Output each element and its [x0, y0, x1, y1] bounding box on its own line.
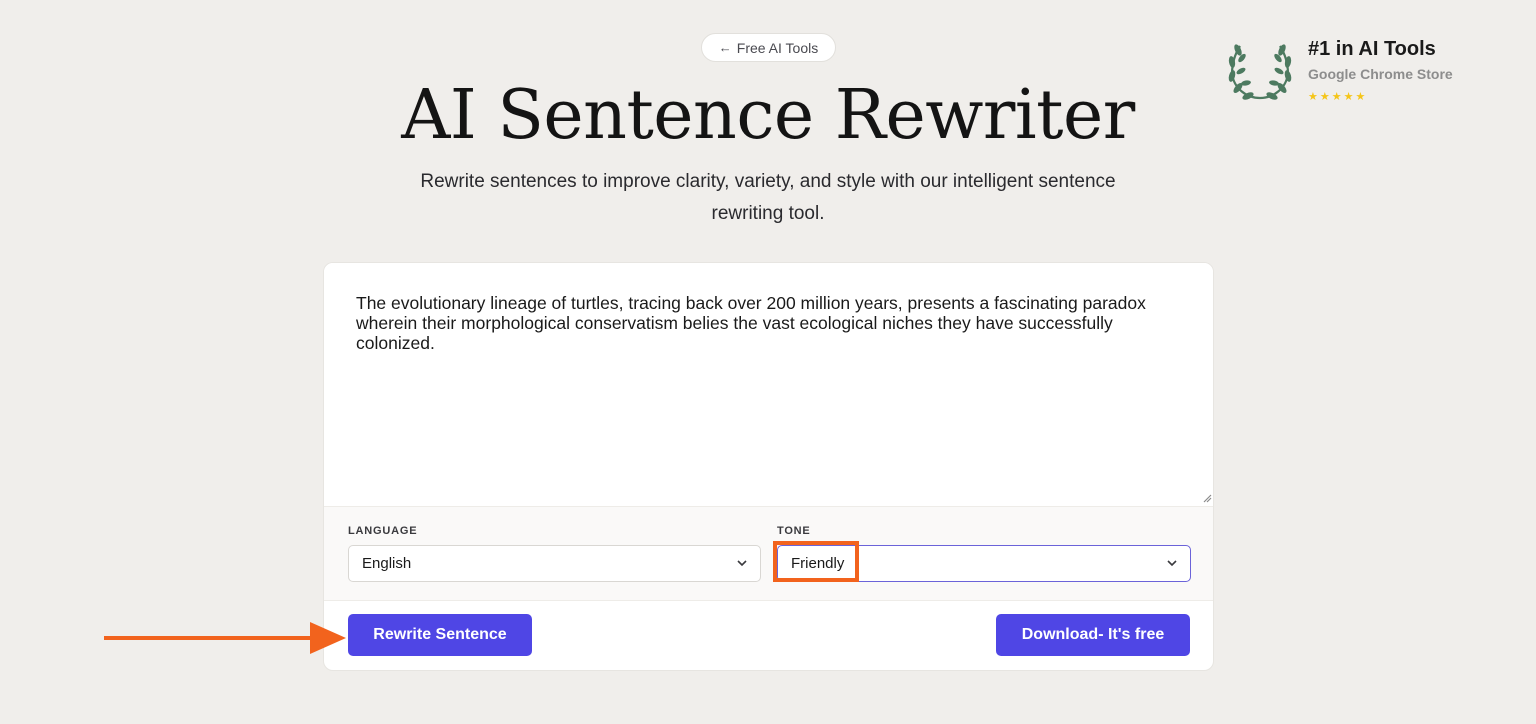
- language-label: LANGUAGE: [348, 525, 418, 537]
- tone-value: Friendly: [791, 555, 845, 572]
- rewriter-card: The evolutionary lineage of turtles, tra…: [323, 262, 1214, 671]
- chevron-down-icon: [737, 560, 747, 567]
- rewrite-sentence-button[interactable]: Rewrite Sentence: [348, 614, 532, 656]
- award-badge: #1 in AI Tools Google Chrome Store ★★★★★: [1226, 36, 1466, 110]
- tone-label: TONE: [777, 525, 811, 537]
- resize-handle-icon[interactable]: [1202, 493, 1212, 503]
- language-select[interactable]: English: [348, 545, 761, 582]
- sentence-input[interactable]: The evolutionary lineage of turtles, tra…: [324, 263, 1213, 506]
- download-button[interactable]: Download- It's free: [996, 614, 1190, 656]
- options-bar: LANGUAGE English TONE Friendly: [324, 506, 1213, 601]
- tone-select[interactable]: Friendly: [777, 545, 1191, 582]
- language-value: English: [362, 555, 412, 572]
- arrow-left-icon: ←: [718, 40, 732, 55]
- badge-title: #1 in AI Tools: [1308, 38, 1436, 60]
- chevron-down-icon: [1167, 560, 1177, 567]
- annotation-arrow-icon: [104, 622, 346, 654]
- star-rating: ★★★★★: [1308, 91, 1368, 103]
- laurel-wreath-icon: [1228, 44, 1292, 100]
- back-to-free-ai-tools-link[interactable]: ← Free AI Tools: [701, 33, 836, 62]
- back-link-label: Free AI Tools: [736, 39, 819, 56]
- page-subtitle: Rewrite sentences to improve clarity, va…: [420, 171, 1116, 224]
- badge-subtitle: Google Chrome Store: [1308, 66, 1453, 82]
